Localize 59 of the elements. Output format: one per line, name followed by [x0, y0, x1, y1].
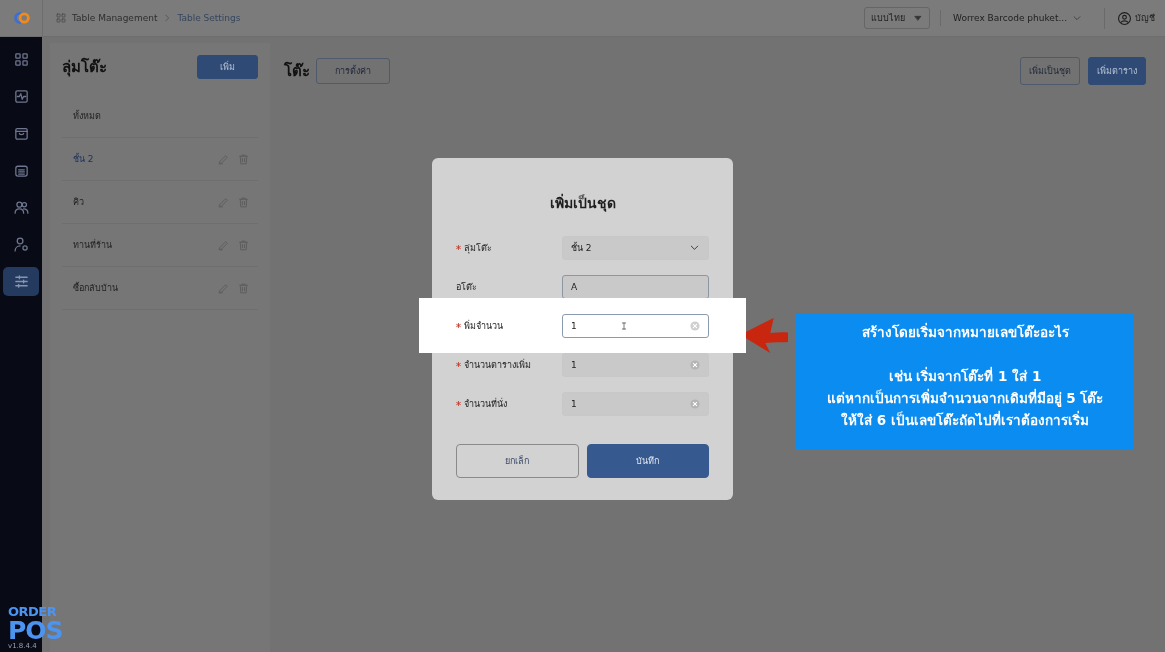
field-label: จำนวนที่นั่ง: [464, 397, 507, 411]
trash-icon[interactable]: [237, 238, 250, 252]
user-icon: [1117, 10, 1132, 26]
account-button[interactable]: บัญชี: [1104, 7, 1155, 29]
store-select[interactable]: Worrex Barcode phuket...: [940, 10, 1094, 26]
panel-title: โต๊ะ: [284, 61, 310, 82]
breadcrumb-link[interactable]: Table Management: [72, 13, 158, 23]
language-select[interactable]: แบบไทย: [864, 7, 931, 29]
trash-icon[interactable]: [237, 281, 250, 295]
save-button[interactable]: บันทึก: [586, 444, 709, 478]
input-field[interactable]: 1: [562, 313, 709, 338]
add-batch-button[interactable]: เพิ่มเป็นชุด: [1020, 57, 1080, 85]
breadcrumb-link[interactable]: Table Settings: [177, 13, 241, 23]
cancel-button[interactable]: ยกเล็ก: [456, 444, 579, 478]
grid-icon: [12, 51, 30, 68]
callout-text: เช่น เริ่มจากโต๊ะที่ 1 ใส่ 1: [887, 366, 1043, 386]
user-gear-icon: [12, 236, 30, 253]
input-field[interactable]: 1: [562, 391, 709, 416]
pencil-icon[interactable]: [217, 238, 230, 252]
clear-icon: [690, 320, 700, 331]
users-icon: [12, 199, 30, 216]
group-item[interactable]: ทั้งหมด: [73, 109, 101, 123]
pulse-icon: [12, 88, 30, 105]
callout-text: ให้ใส่ 6 เป็นเลขโต๊ะถัดไปที่เราต้องการเริ่ม: [840, 410, 1090, 430]
trash-icon[interactable]: [237, 195, 250, 209]
add-table-button[interactable]: เพิ่มตาราง: [1088, 57, 1146, 85]
grid-icon: [55, 12, 67, 24]
trash-icon[interactable]: [237, 152, 250, 166]
group-item[interactable]: คิว: [73, 195, 84, 209]
field-label: ลุ่มโต๊ะ: [464, 241, 492, 255]
field-label: พิ่มจำนวน: [464, 319, 503, 333]
nav-item[interactable]: [3, 267, 39, 296]
add-button[interactable]: เพิ่ม: [197, 55, 258, 79]
caret-down-icon: [913, 13, 924, 23]
field-label: อโต๊ะ: [456, 280, 477, 294]
text-cursor-icon: [620, 319, 628, 332]
pencil-icon[interactable]: [217, 152, 230, 166]
callout-heading: สร้างโดยเริ่มจากหมายเลขโต๊ะอะไร: [860, 322, 1070, 342]
sliders-icon: [12, 273, 30, 290]
clear-icon: [690, 359, 700, 370]
callout-text: แต่หากเป็นการเพิ่มจำนวนจากเดิมที่มีอยู่ 5 โต๊ะ: [825, 388, 1105, 409]
group-item[interactable]: ชั้น 2: [73, 152, 94, 166]
pencil-icon[interactable]: [217, 195, 230, 209]
group-item[interactable]: ซื้อกลับบ้าน: [73, 281, 118, 295]
chevron-down-icon: [689, 242, 700, 253]
field-label: จำนวนตารางเพิ่ม: [464, 358, 531, 372]
settings-button[interactable]: การตั้งค่า: [316, 58, 390, 84]
pencil-icon[interactable]: [217, 281, 230, 295]
input-field[interactable]: 1: [562, 352, 709, 377]
brand-name: POS: [8, 618, 63, 643]
bag-icon: [12, 125, 30, 142]
group-item[interactable]: ทานที่ร้าน: [73, 238, 112, 252]
brand-name: ORDER: [8, 605, 57, 618]
chevron-down-icon: [1072, 13, 1082, 23]
panel-title: ลุ่มโต๊ะ: [62, 57, 107, 79]
input-field[interactable]: A: [562, 274, 709, 299]
clear-icon: [690, 398, 700, 409]
group-select[interactable]: ชั้น 2: [562, 235, 709, 260]
dialog-title: เพิ่มเป็นชุด: [548, 192, 617, 214]
